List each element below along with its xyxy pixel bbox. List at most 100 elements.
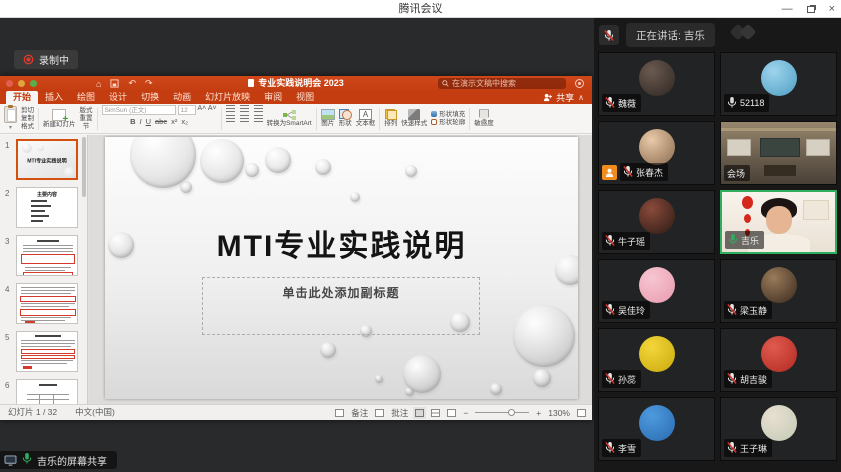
- shape-outline-button[interactable]: 形状轮廓: [431, 119, 465, 126]
- sensitivity-button[interactable]: 敏感度: [474, 105, 494, 133]
- slide-thumbnail-2[interactable]: 主要内容: [16, 187, 78, 228]
- participant-tile[interactable]: 胡吉骏: [720, 328, 837, 392]
- language-indicator[interactable]: 中文(中国): [75, 405, 115, 420]
- notes-toggle[interactable]: 备注: [351, 407, 368, 419]
- participant-name: 吉乐: [741, 234, 759, 247]
- recording-indicator[interactable]: 录制中: [14, 50, 78, 69]
- water-droplet-decoration: [375, 375, 383, 383]
- indent-icon[interactable]: [254, 105, 263, 112]
- slide-title-text[interactable]: MTI专业实践说明: [105, 221, 578, 265]
- ppt-tab-幻灯片放映[interactable]: 幻灯片放映: [198, 91, 257, 104]
- quick-styles-button[interactable]: 快速样式: [401, 105, 427, 133]
- account-icon[interactable]: [575, 79, 584, 88]
- font-style-button-4[interactable]: x²: [171, 117, 177, 126]
- thumbnail-number: 1: [5, 141, 9, 150]
- slide-thumbnail-3[interactable]: [16, 235, 78, 276]
- screen-share-label: 吉乐的屏幕共享: [37, 453, 107, 468]
- water-droplet-decoration: [490, 383, 502, 395]
- clipboard-item-复制[interactable]: 复制: [21, 115, 34, 122]
- participant-tile[interactable]: 张春杰: [598, 121, 715, 185]
- font-style-button-2[interactable]: U: [146, 117, 151, 126]
- slide-item-重置[interactable]: 重置: [80, 115, 93, 122]
- numbering-icon[interactable]: [240, 105, 249, 112]
- participant-tile[interactable]: 魏薇: [598, 52, 715, 116]
- slide-thumbnail-4[interactable]: [16, 283, 78, 324]
- restore-icon[interactable]: [807, 6, 815, 13]
- font-size-select[interactable]: 12: [178, 105, 196, 115]
- zoom-percentage[interactable]: 130%: [548, 408, 570, 418]
- slide-item-版式[interactable]: 版式: [80, 107, 93, 114]
- ppt-tab-审阅[interactable]: 审阅: [257, 91, 289, 104]
- participant-tile[interactable]: 王子琳: [720, 397, 837, 461]
- zoom-slider[interactable]: [475, 412, 529, 413]
- slide-thumbnail-6[interactable]: [16, 379, 78, 404]
- clipboard-item-剪切[interactable]: 剪切: [21, 107, 34, 114]
- clipboard-item-格式[interactable]: 格式: [21, 123, 34, 130]
- font-style-button-0[interactable]: B: [130, 117, 135, 126]
- align-right-icon[interactable]: [254, 115, 263, 122]
- font-style-button-5[interactable]: x₂: [181, 117, 188, 126]
- participant-name: 王子琳: [740, 442, 767, 455]
- normal-view-icon[interactable]: [415, 409, 424, 417]
- subtitle-placeholder-text: 单击此处添加副标题: [203, 284, 479, 301]
- comments-icon[interactable]: [375, 409, 384, 417]
- arrange-icon: [385, 109, 397, 120]
- picture-button[interactable]: 图片: [321, 105, 335, 133]
- arrange-button[interactable]: 排列: [384, 105, 397, 133]
- ppt-tab-动画[interactable]: 动画: [166, 91, 198, 104]
- slide-item-节[interactable]: 节: [83, 123, 90, 130]
- notes-icon[interactable]: [335, 409, 344, 417]
- textbox-button[interactable]: A文本框: [356, 105, 376, 133]
- participant-tile[interactable]: 牛子瑶: [598, 190, 715, 254]
- participant-tile[interactable]: 梁玉静: [720, 259, 837, 323]
- participant-name: 梁玉静: [740, 304, 767, 317]
- slide-thumbnail-5[interactable]: [16, 331, 78, 372]
- font-style-button-1[interactable]: I: [139, 117, 141, 126]
- font-name-select[interactable]: SimSun (正文): [102, 105, 176, 115]
- shape-fill-button[interactable]: 形状填充: [431, 111, 465, 118]
- font-style-button-3[interactable]: abc: [155, 117, 167, 126]
- water-droplet-decoration: [180, 181, 192, 193]
- smartart-button[interactable]: 转换为SmartArt: [267, 105, 312, 133]
- ppt-share-button[interactable]: 共享 ∧: [543, 91, 584, 104]
- avatar: [639, 60, 675, 96]
- zoom-in-icon[interactable]: +: [536, 408, 541, 418]
- ppt-tab-插入[interactable]: 插入: [38, 91, 70, 104]
- muted-mic-icon[interactable]: [599, 25, 619, 45]
- slideshow-view-icon[interactable]: [447, 409, 456, 417]
- fit-slide-icon[interactable]: [577, 409, 586, 417]
- smartart-icon: [283, 110, 296, 120]
- thumbnail-scrollbar[interactable]: [82, 137, 86, 197]
- avatar: [639, 198, 675, 234]
- participant-tile[interactable]: 吉乐: [720, 190, 837, 254]
- collapse-ribbon-icon[interactable]: ∧: [578, 93, 584, 102]
- participant-tile[interactable]: 李雪: [598, 397, 715, 461]
- align-left-icon[interactable]: [226, 115, 235, 122]
- participant-tile[interactable]: 吴佳玲: [598, 259, 715, 323]
- zoom-out-icon[interactable]: −: [463, 408, 468, 418]
- slide-sorter-icon[interactable]: [431, 409, 440, 417]
- align-center-icon[interactable]: [240, 115, 249, 122]
- ppt-tab-视图[interactable]: 视图: [289, 91, 321, 104]
- ppt-tab-切换[interactable]: 切换: [134, 91, 166, 104]
- minimize-icon[interactable]: —: [782, 0, 793, 18]
- slide-group: 版式重置节: [80, 105, 93, 133]
- mic-muted-icon: [623, 165, 633, 180]
- comments-toggle[interactable]: 批注: [391, 407, 408, 419]
- close-icon[interactable]: ×: [829, 0, 835, 18]
- participant-tile[interactable]: 孙蕊: [598, 328, 715, 392]
- water-droplet-decoration: [265, 147, 291, 173]
- bullets-icon[interactable]: [226, 105, 235, 112]
- participant-tile[interactable]: 会场: [720, 121, 837, 185]
- ppt-tab-设计[interactable]: 设计: [102, 91, 134, 104]
- subtitle-placeholder-box[interactable]: 单击此处添加副标题: [202, 277, 480, 335]
- ppt-search-input[interactable]: 在演示文稿中搜索: [438, 78, 566, 89]
- paste-button[interactable]: ▾: [4, 105, 17, 133]
- ppt-tab-开始[interactable]: 开始: [6, 91, 38, 104]
- slide-thumbnail-1[interactable]: MTI专业实践说明: [16, 139, 78, 180]
- participant-name: 魏薇: [618, 97, 636, 110]
- new-slide-button[interactable]: 新建幻灯片: [43, 105, 76, 133]
- shapes-button[interactable]: 形状: [339, 105, 352, 133]
- participant-tile[interactable]: 52118: [720, 52, 837, 116]
- ppt-tab-绘图[interactable]: 绘图: [70, 91, 102, 104]
